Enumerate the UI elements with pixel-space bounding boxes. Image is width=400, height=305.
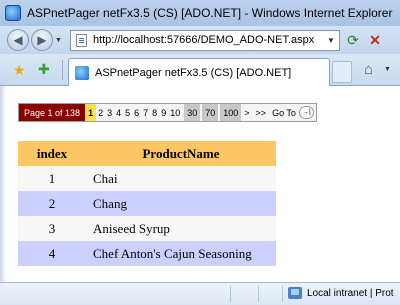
pager-next-link[interactable]: > — [241, 104, 252, 121]
cell-index: 2 — [18, 191, 86, 216]
pager-link[interactable]: 5 — [123, 104, 132, 121]
stop-icon[interactable]: ✕ — [365, 30, 385, 50]
header-product-name: ProductName — [86, 141, 276, 166]
pager-link[interactable]: 2 — [96, 104, 105, 121]
intranet-zone-icon — [288, 287, 302, 299]
goto-button[interactable]: →| — [298, 106, 314, 119]
cell-product-name: Aniseed Syrup — [86, 216, 276, 241]
tab-divider — [62, 60, 63, 80]
new-tab-button[interactable] — [332, 61, 352, 83]
tab-row: ★ ✚ ASPnetPager netFx3.5 (CS) [ADO.NET] … — [0, 54, 400, 86]
pager-last-link[interactable]: >> — [253, 104, 270, 121]
table-row: 2 Chang — [18, 191, 276, 216]
address-dropdown-icon[interactable]: ▼ — [327, 36, 335, 45]
back-button[interactable]: ◀ — [7, 29, 29, 51]
table-row: 3 Aniseed Syrup — [18, 216, 276, 241]
forward-button[interactable]: ▶ — [31, 29, 53, 51]
pager-link[interactable]: 4 — [114, 104, 123, 121]
security-zone[interactable]: Local intranet | Prot — [288, 287, 394, 299]
address-row: ◀ ▶ ▼ http://localhost:57666/DEMO_ADO-NE… — [0, 26, 400, 54]
title-bar: ASPnetPager netFx3.5 (CS) [ADO.NET] - Wi… — [0, 0, 400, 26]
status-divider — [282, 286, 283, 302]
window-title: ASPnetPager netFx3.5 (CS) [ADO.NET] - Wi… — [27, 6, 393, 20]
cell-index: 1 — [18, 166, 86, 191]
address-bar[interactable]: http://localhost:57666/DEMO_ADO-NET.aspx… — [69, 29, 340, 51]
pager-jump-link[interactable]: 100 — [220, 104, 242, 121]
pager-link[interactable]: 6 — [132, 104, 141, 121]
status-bar: Local intranet | Prot — [0, 282, 400, 305]
pager-link[interactable]: 10 — [168, 104, 182, 121]
pager-link[interactable]: 3 — [105, 104, 114, 121]
cell-product-name: Chai — [86, 166, 276, 191]
status-divider — [258, 286, 259, 302]
back-arrow-icon: ◀ — [13, 33, 23, 47]
history-dropdown-icon[interactable]: ▼ — [55, 37, 62, 44]
pager-current-page: 1 — [85, 104, 97, 121]
goto-arrow-icon: →| — [302, 109, 311, 116]
pager-link[interactable]: 7 — [141, 104, 150, 121]
cell-product-name: Chang — [86, 191, 276, 216]
home-dropdown-icon[interactable]: ▼ — [384, 66, 391, 73]
page-info: Page 1 of 138 — [19, 104, 86, 121]
page-content: Page 1 of 138 1 2 3 4 5 6 7 8 9 10 30 70… — [0, 86, 400, 282]
cell-index: 3 — [18, 216, 86, 241]
pager-link[interactable]: 8 — [150, 104, 159, 121]
table-row: 1 Chai — [18, 166, 276, 191]
favorites-star-icon[interactable]: ★ — [13, 62, 26, 79]
tab-favicon-icon — [75, 65, 89, 80]
tab-label: ASPnetPager netFx3.5 (CS) [ADO.NET] — [95, 66, 292, 79]
cell-index: 4 — [18, 241, 86, 266]
browser-tab[interactable]: ASPnetPager netFx3.5 (CS) [ADO.NET] — [68, 58, 330, 86]
product-table: index ProductName 1 Chai 2 Chang 3 Anise… — [18, 141, 276, 266]
pager: Page 1 of 138 1 2 3 4 5 6 7 8 9 10 30 70… — [18, 103, 317, 122]
header-index: index — [18, 141, 86, 166]
forward-arrow-icon: ▶ — [37, 33, 47, 47]
refresh-icon[interactable]: ⟳ — [343, 30, 363, 50]
page-icon — [75, 33, 87, 47]
url-text[interactable]: http://localhost:57666/DEMO_ADO-NET.aspx — [93, 34, 327, 46]
table-header-row: index ProductName — [18, 141, 276, 166]
table-row: 4 Chef Anton's Cajun Seasoning — [18, 241, 276, 266]
goto-label: Go To — [272, 107, 296, 118]
home-icon[interactable]: ⌂ — [364, 61, 373, 78]
cell-product-name: Chef Anton's Cajun Seasoning — [86, 241, 276, 266]
ie-logo-icon — [5, 5, 21, 21]
pager-link[interactable]: 9 — [159, 104, 168, 121]
zone-text: Local intranet | Prot — [307, 287, 394, 299]
pager-jump-link[interactable]: 30 — [184, 104, 201, 121]
add-favorites-icon[interactable]: ✚ — [38, 61, 50, 78]
pager-jump-link[interactable]: 70 — [202, 104, 219, 121]
status-divider — [230, 286, 231, 302]
content-edge — [0, 86, 6, 282]
